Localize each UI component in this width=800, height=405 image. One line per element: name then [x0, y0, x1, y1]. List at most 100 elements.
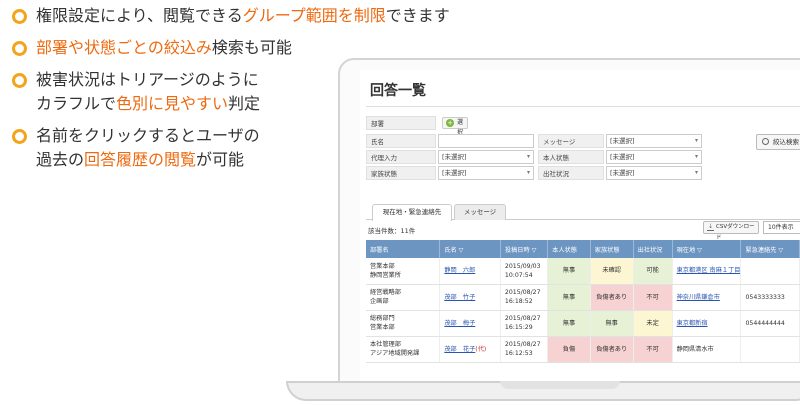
user-name-link[interactable]: 茂部 竹子: [444, 294, 475, 301]
cell-family-status: 未確認: [590, 258, 634, 285]
feature-highlight: 回答履歴の閲覧: [84, 150, 197, 169]
csv-button-label: CSVダウンロード: [716, 224, 755, 241]
column-header-name[interactable]: 氏名 ▽: [439, 240, 501, 258]
name-input[interactable]: [438, 134, 534, 148]
bullet-ring-icon: [12, 41, 27, 56]
tab-bar: 現在地・緊急連絡先 メッセージ: [366, 204, 800, 221]
feature-line: 過去の回答履歴の閲覧が可能: [36, 148, 370, 172]
feature-highlight: 部署や状態ごとの絞込み: [36, 38, 212, 57]
feature-text: 過去の: [36, 150, 85, 169]
cell-attendance: 不可: [633, 284, 673, 311]
name-label: 氏名: [366, 134, 436, 148]
table-row: 本社管理部 アジア地域開発課 茂部 花子(代) 2015/08/27 16:12:53 負…: [366, 336, 800, 363]
dept-label: 部署: [366, 116, 436, 130]
chevron-down-icon: ▾: [526, 153, 530, 160]
table-row: 総務部門 営業本部 茂部 梅子 2015/08/27 16:15:29 無事 無事 未定 東京都…: [366, 310, 800, 337]
cell-dept: 本社管理部 アジア地域開発課: [366, 336, 441, 363]
feature-text: カラフルで: [36, 94, 117, 113]
tab-location[interactable]: 現在地・緊急連絡先: [372, 204, 452, 221]
feature-list: 権限設定により、閲覧できるグループ範囲を制限できます 部署や状態ごとの絞込み検索…: [10, 4, 450, 180]
cell-location: 東京都港区 南麻１丁目: [672, 258, 742, 285]
chevron-down-icon: ▾: [526, 169, 530, 176]
cell-name: 茂部 梅子: [439, 310, 501, 337]
proxy-select-value: [未選択]: [442, 153, 467, 161]
feature-text: が可能: [196, 150, 245, 169]
message-select-value: [未選択]: [610, 137, 635, 145]
per-page-select[interactable]: 10件表示: [763, 221, 800, 234]
feature-line: 権限設定により、閲覧できるグループ範囲を制限できます: [36, 4, 450, 28]
user-name-link[interactable]: 茂部 梅子: [444, 320, 475, 327]
cell-self-status: 負傷: [547, 336, 591, 363]
column-header-family-status: 家族状態: [590, 240, 634, 258]
cell-tel: [740, 258, 800, 285]
column-header-tel[interactable]: 緊急連絡先 ▽: [740, 240, 800, 258]
filter-search-button[interactable]: 絞込検索: [756, 134, 800, 150]
message-select[interactable]: [未選択] ▾: [606, 134, 702, 148]
cell-family-status: 負傷者あり: [590, 336, 634, 363]
attendance-label: 出社状況: [538, 166, 604, 180]
feature-line: カラフルで色別に見やすい判定: [36, 92, 370, 116]
proxy-badge: (代): [475, 345, 487, 353]
laptop-notch: [500, 381, 620, 389]
message-label: メッセージ: [538, 134, 604, 148]
feature-text: 検索も可能: [211, 38, 292, 57]
chevron-down-icon: ▾: [694, 169, 698, 176]
family-status-label: 家族状態: [366, 166, 436, 180]
cell-date: 2015/08/27 16:15:29: [500, 310, 549, 337]
cell-name: 茂部 竹子: [439, 284, 501, 311]
chevron-down-icon: ▾: [694, 137, 698, 144]
location-link[interactable]: 東京都港区 南麻１丁目: [677, 267, 740, 274]
table-header-row: 部署名 氏名 ▽ 投稿日時 ▽ 本人状態 家族状態 出社状況 現在地 ▽ 緊急連…: [366, 240, 800, 258]
proxy-select[interactable]: [未選択] ▾: [438, 150, 534, 164]
cell-self-status: 無事: [547, 310, 591, 337]
column-header-self-status: 本人状態: [547, 240, 591, 258]
results-table: 部署名 氏名 ▽ 投稿日時 ▽ 本人状態 家族状態 出社状況 現在地 ▽ 緊急連…: [366, 240, 800, 363]
feature-text: 名前をクリックするとユーザの: [36, 126, 260, 145]
page-title: 回答一覧: [370, 83, 426, 99]
feature-item: 名前をクリックするとユーザの 過去の回答履歴の閲覧が可能: [10, 124, 370, 172]
user-name-link[interactable]: 茂部 花子: [444, 346, 475, 353]
feature-text: 権限設定により、閲覧できる: [36, 6, 243, 25]
cell-self-status: 無事: [547, 258, 591, 285]
family-status-select[interactable]: [未選択] ▾: [438, 166, 534, 180]
cell-dept: 経営戦略部 企画部: [366, 284, 441, 311]
column-header-date[interactable]: 投稿日時 ▽: [500, 240, 549, 258]
search-button-label: 絞込検索: [773, 138, 799, 146]
location-link: 静岡県清水市: [676, 345, 714, 353]
user-name-link[interactable]: 静岡 六郎: [444, 267, 475, 274]
column-header-location[interactable]: 現在地 ▽: [672, 240, 742, 258]
attendance-select[interactable]: [未選択] ▾: [606, 166, 702, 180]
tab-message[interactable]: メッセージ: [454, 204, 506, 220]
cell-name: 茂部 花子(代): [439, 336, 501, 363]
bullet-ring-icon: [12, 9, 27, 24]
feature-text: できます: [385, 6, 450, 25]
cell-family-status: 負傷者あり: [590, 284, 634, 311]
self-status-label: 本人状態: [538, 150, 604, 164]
feature-item: 権限設定により、閲覧できるグループ範囲を制限できます: [10, 4, 450, 28]
self-status-select-value: [未選択]: [610, 153, 635, 161]
feature-line: 被害状況はトリアージのように: [36, 68, 370, 92]
location-link[interactable]: 東京都新宿: [677, 320, 708, 327]
feature-highlight: 色別に見やすい: [116, 94, 229, 113]
table-body: 営業本部 静岡営業所 静岡 六郎 2015/09/03 10:07:54 無事 未確認 可能東…: [366, 258, 800, 363]
feature-text: 被害状況はトリアージのように: [36, 70, 259, 89]
cell-dept: 総務部門 営業本部: [366, 310, 441, 337]
column-header-dept: 部署名: [366, 240, 441, 258]
app-screen: 回答一覧 部署 + 選択 氏名 メッセージ [未選択] ▾ 代理入力 [未選択]: [360, 70, 800, 381]
cell-self-status: 無事: [547, 284, 591, 311]
plus-icon: +: [446, 119, 454, 127]
table-row: 経営戦略部 企画部 茂部 竹子 2015/08/27 16:18:52 無事 負傷者あり 不可…: [366, 284, 800, 311]
csv-download-button[interactable]: ↓ CSVダウンロード: [703, 221, 759, 241]
location-link[interactable]: 神奈川県鎌倉市: [677, 294, 720, 301]
cell-date: 2015/08/27 16:12:53: [500, 336, 549, 363]
feature-line: 部署や状態ごとの絞込み検索も可能: [36, 36, 370, 60]
cell-attendance: 可能: [633, 258, 673, 285]
chevron-down-icon: ▾: [694, 153, 698, 160]
dept-select-button[interactable]: + 選択: [442, 117, 469, 136]
feature-item: 被害状況はトリアージのように カラフルで色別に見やすい判定: [10, 68, 370, 116]
cell-location: 静岡県清水市: [672, 336, 742, 363]
cell-tel: [740, 336, 800, 363]
cell-name: 静岡 六郎: [439, 258, 501, 285]
self-status-select[interactable]: [未選択] ▾: [606, 150, 702, 164]
feature-highlight: グループ範囲を制限: [242, 6, 386, 25]
